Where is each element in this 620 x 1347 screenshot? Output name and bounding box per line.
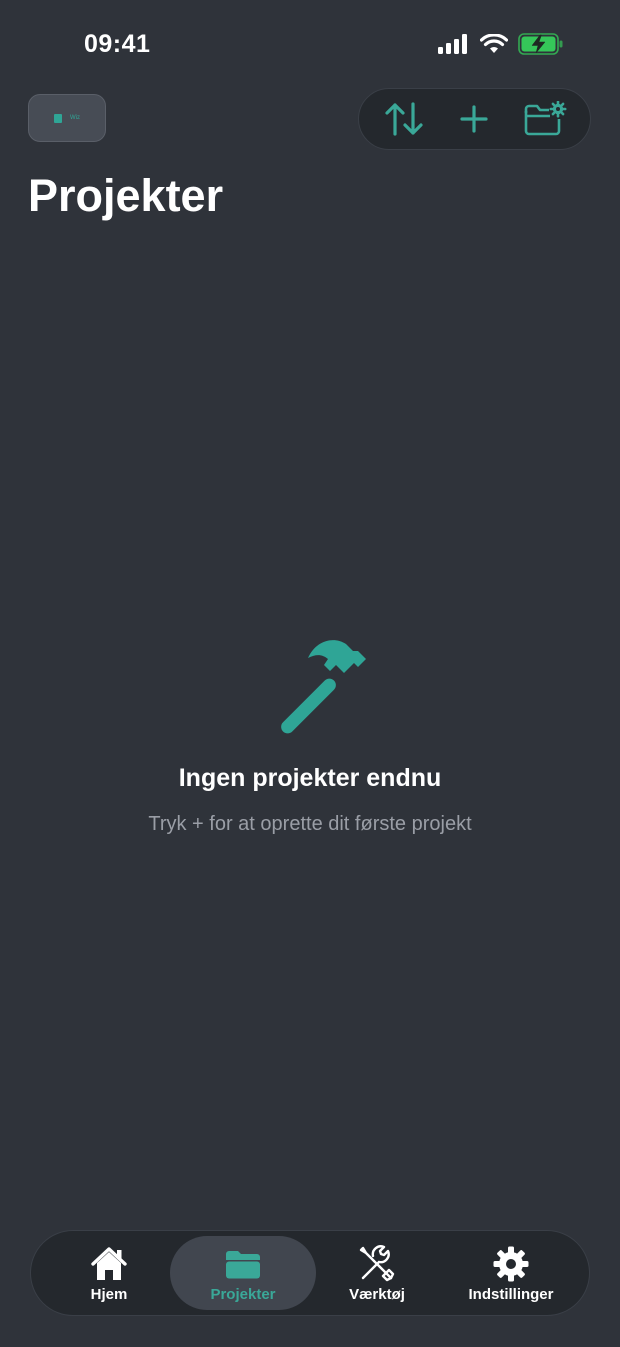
app-logo-icon bbox=[54, 113, 62, 123]
battery-charging-icon bbox=[518, 33, 563, 55]
tab-projekter[interactable]: Projekter bbox=[170, 1236, 316, 1310]
tab-indstillinger-label: Indstillinger bbox=[468, 1285, 554, 1303]
plus-icon bbox=[460, 105, 489, 133]
tab-projekter-label: Projekter bbox=[210, 1285, 276, 1303]
house-icon bbox=[91, 1246, 127, 1280]
tab-hjem-label: Hjem bbox=[90, 1285, 128, 1303]
tab-vaerktoej[interactable]: Værktøj bbox=[304, 1236, 450, 1310]
tab-indstillinger[interactable]: Indstillinger bbox=[438, 1236, 584, 1310]
sort-button[interactable] bbox=[378, 93, 430, 145]
folder-icon bbox=[226, 1250, 260, 1278]
app-logo-button[interactable]: Wiz bbox=[28, 94, 106, 142]
tab-hjem[interactable]: Hjem bbox=[36, 1236, 182, 1310]
wifi-icon bbox=[480, 34, 508, 53]
gear-icon bbox=[493, 1246, 529, 1281]
add-project-button[interactable] bbox=[448, 93, 500, 145]
projects-screen: 09:41 Wiz Projekter Ingen projekter endn… bbox=[0, 0, 620, 1347]
arrow-up-down-icon bbox=[385, 102, 423, 136]
empty-state: Ingen projekter endnu Tryk + for at opre… bbox=[0, 630, 620, 836]
folder-settings-button[interactable] bbox=[519, 93, 571, 145]
empty-state-subtitle: Tryk + for at oprette dit første projekt bbox=[148, 813, 472, 835]
app-logo-text: Wiz bbox=[70, 115, 80, 121]
tab-bar: Hjem Projekter Værktøj Indstillinger bbox=[30, 1230, 590, 1316]
tools-icon bbox=[359, 1244, 395, 1281]
folder-gear-icon bbox=[524, 101, 567, 136]
hammer-icon bbox=[281, 640, 366, 734]
cellular-signal-icon bbox=[438, 34, 467, 54]
status-icons bbox=[438, 33, 564, 55]
header-toolbar bbox=[358, 88, 591, 150]
tab-vaerktoej-label: Værktøj bbox=[349, 1285, 405, 1303]
page-title: Projekter bbox=[28, 170, 224, 221]
empty-state-title: Ingen projekter endnu bbox=[178, 764, 442, 792]
status-time: 09:41 bbox=[84, 30, 151, 58]
